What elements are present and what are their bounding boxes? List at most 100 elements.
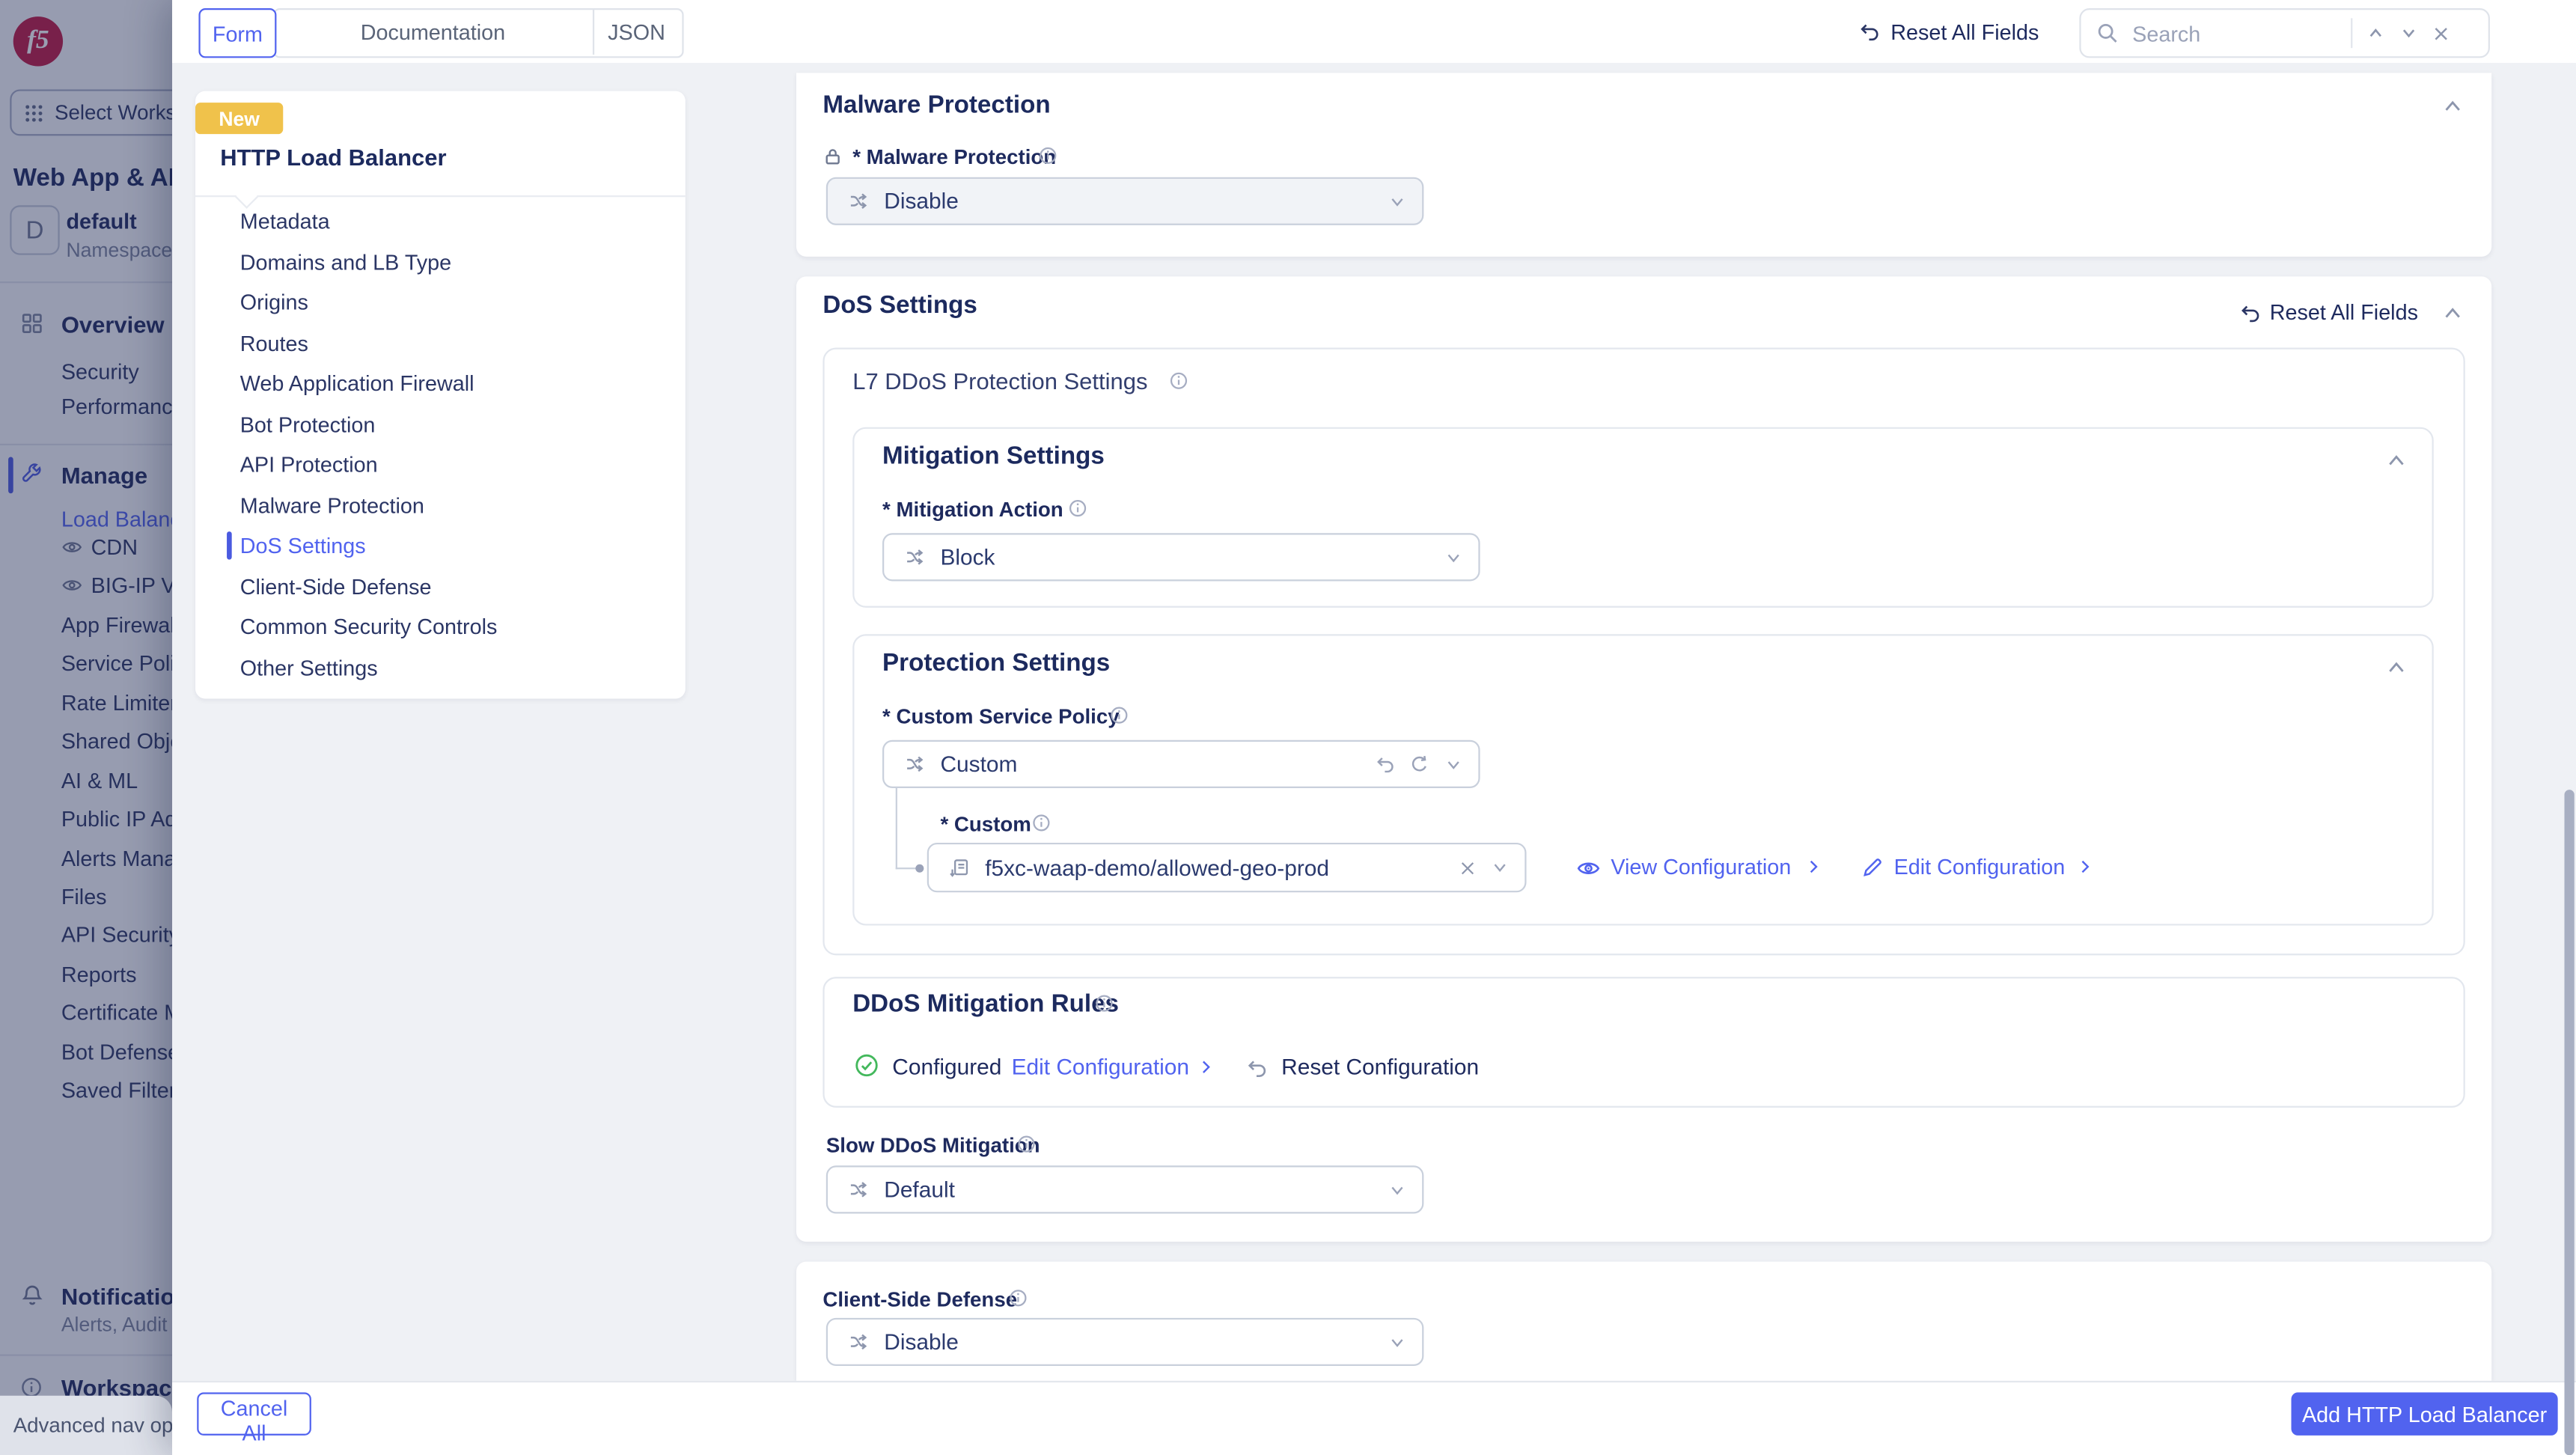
footer-bar bbox=[172, 1381, 2576, 1455]
mitigation-action-select[interactable]: Block bbox=[882, 533, 1480, 581]
info-icon[interactable] bbox=[1016, 1134, 1037, 1154]
csd-value: Disable bbox=[884, 1329, 1387, 1354]
info-icon[interactable] bbox=[1008, 1288, 1028, 1308]
chevron-down-icon bbox=[1388, 1332, 1408, 1352]
chevron-down-icon bbox=[1388, 191, 1408, 211]
lock-icon bbox=[822, 146, 843, 168]
form-nav-item-metadata[interactable]: Metadata bbox=[240, 209, 330, 234]
oneof-branch-icon bbox=[848, 1332, 870, 1353]
info-icon[interactable] bbox=[1038, 146, 1058, 166]
search-prev-icon[interactable] bbox=[2366, 23, 2386, 43]
oneof-branch-icon bbox=[904, 546, 926, 568]
view-configuration-link[interactable]: View Configuration bbox=[1611, 854, 1791, 879]
search-input[interactable] bbox=[2129, 19, 2351, 47]
csd-select[interactable]: Disable bbox=[826, 1318, 1424, 1366]
modal-scrim bbox=[0, 0, 172, 1455]
info-icon[interactable] bbox=[1068, 498, 1088, 519]
reset-icon bbox=[1858, 20, 1881, 43]
slow-ddos-label: Slow DDoS Mitigation bbox=[826, 1134, 1040, 1157]
mitigation-settings-title: Mitigation Settings bbox=[882, 442, 1105, 471]
configured-status: Configured bbox=[892, 1055, 1001, 1079]
info-icon[interactable] bbox=[1169, 371, 1189, 391]
slow-ddos-value: Default bbox=[884, 1177, 1387, 1202]
custom-service-policy-select[interactable]: Custom bbox=[882, 740, 1480, 788]
edit-configuration-link[interactable]: Edit Configuration bbox=[1894, 854, 2066, 879]
search-box[interactable] bbox=[2079, 8, 2490, 58]
add-http-lb-button[interactable]: Add HTTP Load Balancer bbox=[2292, 1392, 2558, 1436]
form-nav-item-origins[interactable]: Origins bbox=[240, 290, 308, 314]
oneof-branch-icon bbox=[848, 1179, 870, 1201]
chevron-right-icon bbox=[1197, 1058, 1215, 1076]
csd-label: Client-Side Defense bbox=[822, 1288, 1017, 1311]
search-icon bbox=[2096, 22, 2119, 45]
form-nav-item-dos-settings[interactable]: DoS Settings bbox=[240, 533, 366, 558]
configured-check-icon bbox=[854, 1053, 879, 1078]
panel-scrollbar[interactable] bbox=[2565, 790, 2575, 1455]
ddos-mitigation-rules-title: DDoS Mitigation Rules bbox=[852, 990, 1119, 1019]
chevron-right-icon bbox=[1804, 858, 1822, 876]
form-nav-item-malware[interactable]: Malware Protection bbox=[240, 493, 424, 518]
custom-service-policy-value: Custom bbox=[940, 751, 1374, 776]
child-field-connector bbox=[896, 785, 922, 870]
chevron-down-icon bbox=[1490, 858, 1510, 878]
info-icon[interactable] bbox=[1094, 993, 1114, 1013]
oneof-branch-icon bbox=[904, 753, 926, 775]
form-nav-divider bbox=[195, 195, 686, 197]
reset-configuration-button[interactable]: Reset Configuration bbox=[1281, 1055, 1479, 1079]
info-icon[interactable] bbox=[1109, 705, 1129, 725]
form-nav-item-routes[interactable]: Routes bbox=[240, 331, 308, 356]
view-eye-icon bbox=[1576, 856, 1601, 881]
chevron-down-icon bbox=[1444, 754, 1464, 775]
oneof-branch-icon bbox=[848, 190, 870, 212]
custom-child-label: * Custom bbox=[940, 813, 1031, 836]
form-nav-item-api-protection[interactable]: API Protection bbox=[240, 452, 378, 477]
form-nav-item-bot-protection[interactable]: Bot Protection bbox=[240, 412, 376, 437]
chevron-down-icon bbox=[1444, 547, 1464, 567]
form-nav-item-other-settings[interactable]: Other Settings bbox=[240, 656, 378, 680]
form-nav-item-common-security[interactable]: Common Security Controls bbox=[240, 614, 498, 639]
form-nav-item-csd[interactable]: Client-Side Defense bbox=[240, 575, 432, 600]
custom-policy-ref-select[interactable]: f5xc-waap-demo/allowed-geo-prod bbox=[927, 843, 1527, 892]
redo-refresh-icon[interactable] bbox=[1408, 753, 1430, 775]
slow-ddos-select[interactable]: Default bbox=[826, 1165, 1424, 1213]
search-close-icon[interactable] bbox=[2432, 24, 2450, 42]
malware-protection-select[interactable]: Disable bbox=[826, 177, 1424, 225]
mitigation-action-label: * Mitigation Action bbox=[882, 498, 1063, 522]
custom-policy-ref-value: f5xc-waap-demo/allowed-geo-prod bbox=[985, 855, 1459, 880]
collapse-chevron-icon[interactable] bbox=[2442, 303, 2464, 325]
form-title: HTTP Load Balancer bbox=[220, 144, 446, 170]
collapse-chevron-icon[interactable] bbox=[2386, 657, 2408, 679]
new-badge: New bbox=[195, 103, 283, 134]
custom-service-policy-label: * Custom Service Policy bbox=[882, 705, 1120, 728]
malware-section-title: Malware Protection bbox=[822, 91, 1050, 120]
tab-documentation[interactable]: Documentation bbox=[273, 8, 593, 55]
form-nav-item-waf[interactable]: Web Application Firewall bbox=[240, 371, 474, 396]
dos-section-title: DoS Settings bbox=[822, 291, 977, 320]
child-field-connector-dot bbox=[915, 864, 924, 872]
cancel-all-button[interactable]: Cancel All bbox=[197, 1392, 311, 1436]
reset-icon bbox=[2238, 302, 2262, 325]
rules-edit-configuration-link[interactable]: Edit Configuration bbox=[1012, 1055, 1189, 1079]
form-nav-active-bar bbox=[227, 531, 232, 560]
tab-form[interactable]: Form bbox=[198, 8, 276, 58]
advanced-nav-strip[interactable]: Advanced nav options bbox=[0, 1396, 172, 1455]
tab-json[interactable]: JSON bbox=[593, 8, 680, 55]
undo-icon[interactable] bbox=[1374, 753, 1396, 775]
collapse-chevron-icon[interactable] bbox=[2442, 96, 2464, 118]
edit-pencil-icon bbox=[1861, 856, 1884, 879]
malware-field-label: * Malware Protection bbox=[852, 146, 1056, 169]
clear-x-icon[interactable] bbox=[1459, 858, 1477, 876]
form-nav-item-domains[interactable]: Domains and LB Type bbox=[240, 250, 451, 275]
protection-settings-title: Protection Settings bbox=[882, 649, 1110, 677]
reset-icon bbox=[1245, 1056, 1268, 1079]
mitigation-action-value: Block bbox=[940, 545, 1443, 570]
search-next-icon[interactable] bbox=[2399, 23, 2419, 43]
reset-all-fields-button[interactable]: Reset All Fields bbox=[1890, 20, 2039, 45]
chevron-down-icon bbox=[1388, 1180, 1408, 1200]
chevron-right-icon bbox=[2076, 858, 2094, 876]
collapse-chevron-icon[interactable] bbox=[2386, 451, 2408, 472]
dos-reset-all-button[interactable]: Reset All Fields bbox=[2270, 299, 2418, 324]
policy-document-icon bbox=[949, 857, 971, 879]
info-icon[interactable] bbox=[1031, 813, 1052, 833]
malware-select-value: Disable bbox=[884, 189, 1387, 213]
